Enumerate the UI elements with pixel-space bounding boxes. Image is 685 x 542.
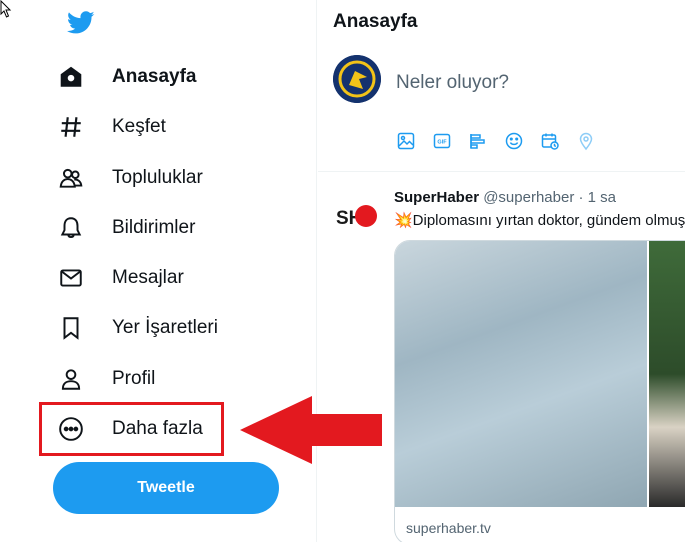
sidebar-item-label: Yer İşaretleri bbox=[112, 317, 218, 338]
tweet-media-image-secondary[interactable] bbox=[649, 241, 685, 507]
tweet-media-image[interactable] bbox=[395, 241, 647, 507]
tweet-button[interactable]: Tweetle bbox=[53, 462, 279, 514]
tweet-author-avatar[interactable]: SH bbox=[333, 192, 381, 240]
sidebar-item-explore[interactable]: Keşfet bbox=[58, 105, 166, 149]
sidebar-item-label: Keşfet bbox=[112, 116, 166, 137]
tweet-author-handle[interactable]: @superhaber bbox=[483, 189, 574, 206]
svg-text:GIF: GIF bbox=[437, 140, 447, 146]
divider bbox=[318, 171, 685, 172]
tweet-text: 💥Diplomasını yırtan doktor, gündem olmuş bbox=[394, 212, 685, 229]
person-icon bbox=[58, 365, 98, 393]
tweet-header: SuperHaber @superhaber · 1 sa bbox=[394, 189, 616, 206]
sidebar-item-label: Profil bbox=[112, 368, 156, 389]
link-card-domain[interactable]: superhaber.tv bbox=[406, 520, 491, 536]
compose-input[interactable]: Neler oluyor? bbox=[396, 72, 509, 94]
sidebar-item-label: Mesajlar bbox=[112, 267, 184, 288]
mail-icon bbox=[58, 264, 98, 292]
highlight-annotation-box bbox=[39, 402, 224, 456]
bell-icon bbox=[58, 214, 98, 242]
twitter-logo-icon[interactable] bbox=[66, 8, 96, 36]
tweet-media-card[interactable]: superhaber.tv bbox=[394, 240, 685, 542]
home-icon bbox=[58, 63, 98, 91]
compose-toolbar: GIF bbox=[396, 130, 612, 152]
sidebar-item-label: Anasayfa bbox=[112, 66, 197, 87]
sidebar-item-notifications[interactable]: Bildirimler bbox=[58, 206, 195, 250]
image-icon[interactable] bbox=[396, 130, 432, 152]
communities-icon bbox=[58, 164, 98, 192]
sidebar-item-label: Bildirimler bbox=[112, 217, 196, 238]
sidebar-item-label: Topluluklar bbox=[112, 167, 203, 188]
emoji-icon[interactable] bbox=[504, 130, 540, 152]
gif-icon[interactable]: GIF bbox=[432, 130, 468, 152]
bookmark-icon bbox=[58, 314, 98, 342]
schedule-icon[interactable] bbox=[540, 130, 576, 152]
main-timeline: Anasayfa Neler oluyor? GIF SH SuperHaber… bbox=[318, 0, 685, 542]
sidebar-item-profile[interactable]: Profil bbox=[58, 357, 155, 401]
page-title: Anasayfa bbox=[333, 11, 418, 32]
user-avatar[interactable] bbox=[333, 55, 381, 103]
tweet-timestamp[interactable]: · 1 sa bbox=[579, 189, 617, 206]
location-icon[interactable] bbox=[576, 130, 612, 152]
sidebar-item-home[interactable]: Anasayfa bbox=[58, 55, 197, 99]
sidebar-item-communities[interactable]: Topluluklar bbox=[58, 156, 203, 200]
poll-icon[interactable] bbox=[468, 130, 504, 152]
sidebar-item-bookmarks[interactable]: Yer İşaretleri bbox=[58, 306, 218, 350]
tweet-author-name[interactable]: SuperHaber bbox=[394, 189, 479, 206]
sidebar-item-messages[interactable]: Mesajlar bbox=[58, 256, 184, 300]
hashtag-icon bbox=[58, 113, 98, 141]
